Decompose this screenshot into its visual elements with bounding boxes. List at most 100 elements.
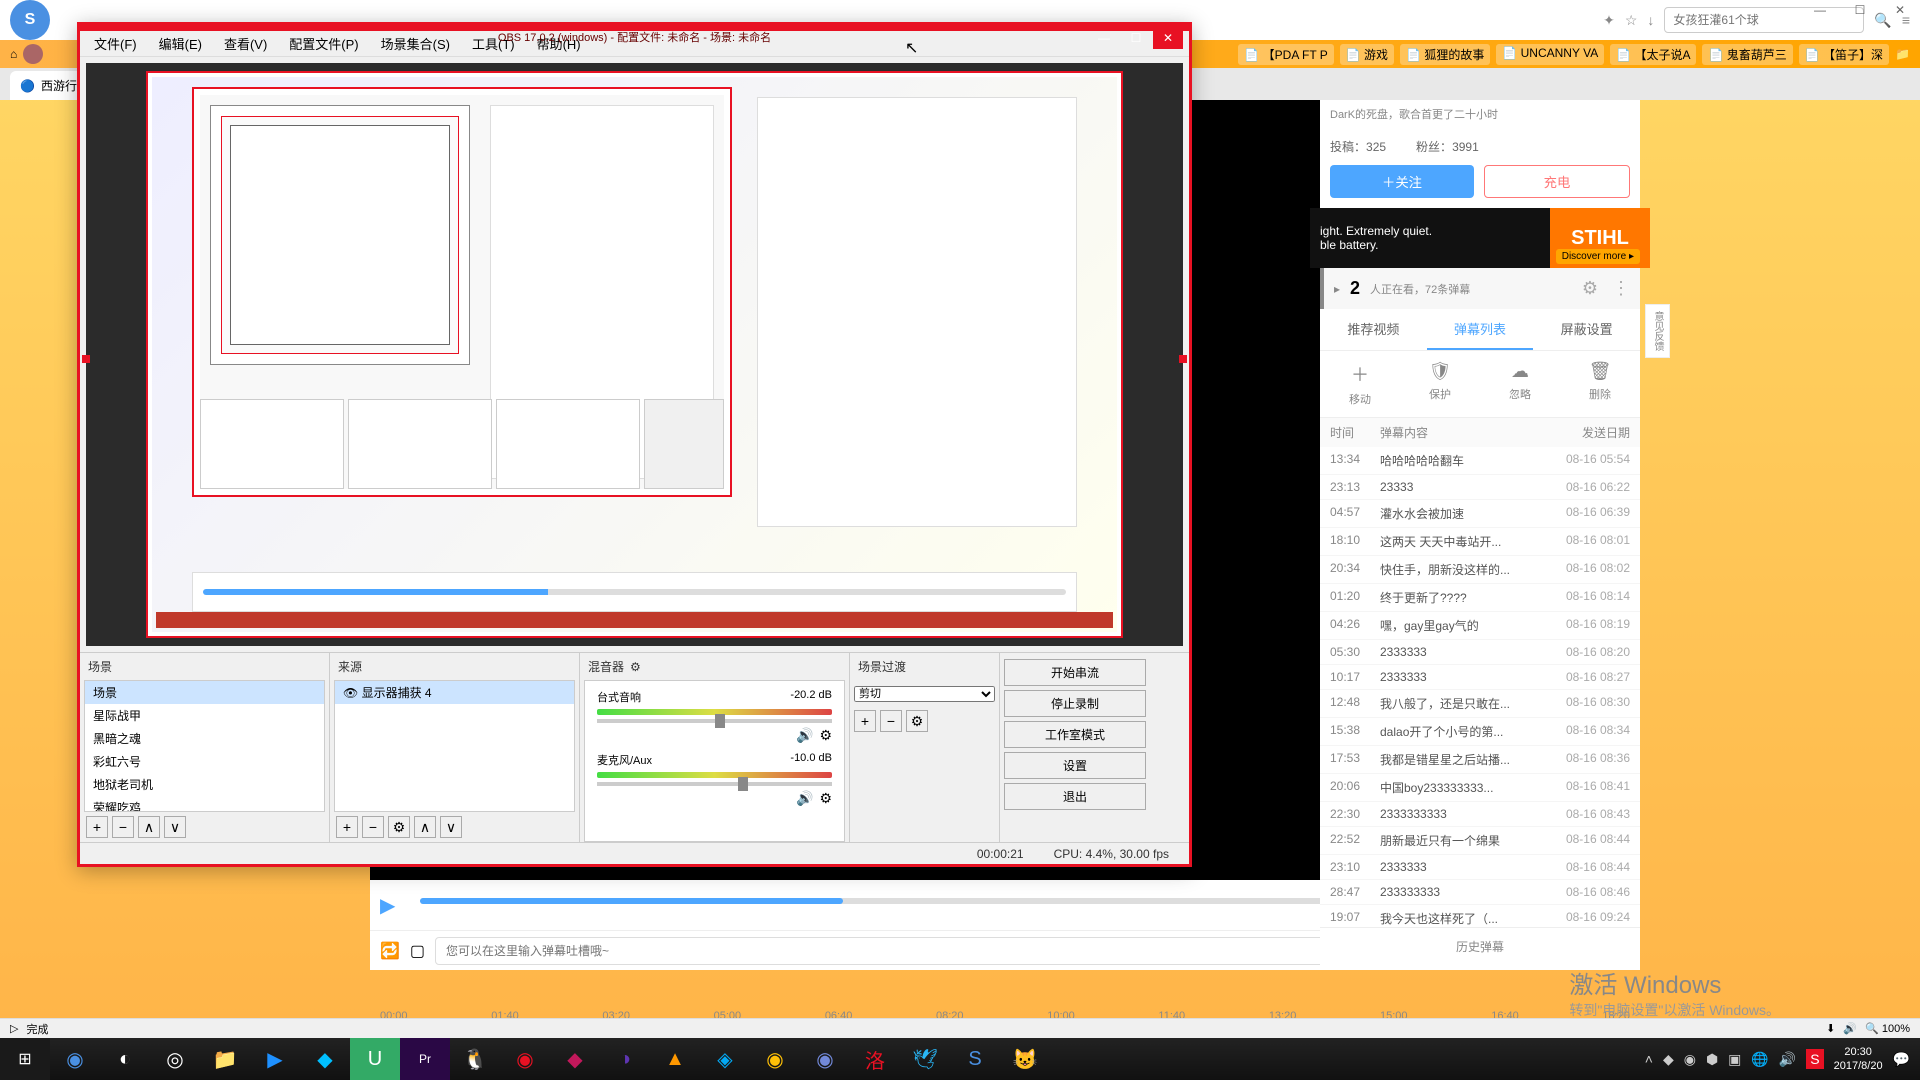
danmu-row[interactable]: 17:53我都是错星星之后站播...08-16 08:36 <box>1320 746 1640 774</box>
scene-item[interactable]: 黑暗之魂 <box>85 727 324 750</box>
obs-control-button[interactable]: 工作室模式 <box>1004 721 1146 748</box>
taskbar-clock[interactable]: 20:30 2017/8/20 <box>1834 1045 1883 1074</box>
sources-list[interactable]: 👁 显示器捕获 4 <box>334 680 575 812</box>
task-app1-icon[interactable]: ◆ <box>300 1038 350 1080</box>
scene-item[interactable]: 场景 <box>85 681 324 704</box>
charge-button[interactable]: 充电 <box>1484 165 1630 198</box>
task-obs-icon[interactable]: ◎ <box>150 1038 200 1080</box>
obs-control-button[interactable]: 退出 <box>1004 783 1146 810</box>
download-icon[interactable]: ↓ <box>1647 12 1654 28</box>
more-icon[interactable]: ⋮ <box>1612 278 1630 299</box>
danmu-row[interactable]: 28:4723333333308-16 08:46 <box>1320 880 1640 905</box>
mixer-gear-icon[interactable]: ⚙ <box>819 790 832 807</box>
danmu-tab[interactable]: 弹幕列表 <box>1427 309 1534 350</box>
play-small-icon[interactable]: ▷ <box>10 1022 18 1035</box>
danmu-tab[interactable]: 推荐视频 <box>1320 309 1427 350</box>
obs-close[interactable]: ✕ <box>1153 27 1183 49</box>
play-icon[interactable]: ▶ <box>380 893 395 918</box>
sound-small-icon[interactable]: 🔊 <box>1843 1022 1857 1035</box>
danmu-row[interactable]: 22:30233333333308-16 08:43 <box>1320 802 1640 827</box>
advertisement[interactable]: ight. Extremely quiet. ble battery. STIH… <box>1310 208 1650 268</box>
obs-menu-item[interactable]: 查看(V) <box>214 30 277 57</box>
danmu-row[interactable]: 19:07我今天也这样死了（...08-16 09:24 <box>1320 905 1640 927</box>
danmu-row[interactable]: 23:10233333308-16 08:44 <box>1320 855 1640 880</box>
task-sogou-icon[interactable]: S <box>950 1038 1000 1080</box>
wand-icon[interactable]: ✦ <box>1603 12 1615 29</box>
browser-logo-icon[interactable]: S <box>10 0 50 40</box>
task-browser-icon[interactable]: ◉ <box>50 1038 100 1080</box>
tray-icon-1[interactable]: ◆ <box>1663 1051 1674 1068</box>
home-icon[interactable]: ⌂ <box>10 47 17 61</box>
danmu-row[interactable]: 18:10这两天 天天中毒站开...08-16 08:01 <box>1320 528 1640 556</box>
source-add-button[interactable]: + <box>336 816 358 838</box>
scenes-list[interactable]: 场景星际战甲黑暗之魂彩虹六号地狱老司机荣耀吃鸡荣耀战魂 <box>84 680 325 812</box>
progress-bar[interactable] <box>420 898 1360 904</box>
scene-up-button[interactable]: ∧ <box>138 816 160 838</box>
obs-menu-item[interactable]: 配置文件(P) <box>279 30 368 57</box>
danmu-action-删除[interactable]: 🗑删除 <box>1560 361 1640 407</box>
tray-ime-icon[interactable]: S <box>1806 1049 1823 1069</box>
tray-icon-3[interactable]: ⬢ <box>1706 1051 1718 1068</box>
bookmark-item[interactable]: 📄 【笛子】深 <box>1799 44 1889 65</box>
danmu-action-忽略[interactable]: ☁忽略 <box>1480 361 1560 407</box>
danmu-row[interactable]: 04:26嘿，gay里gay气的08-16 08:19 <box>1320 612 1640 640</box>
bookmark-item[interactable]: 📄 UNCANNY VA <box>1496 44 1604 65</box>
obs-control-button[interactable]: 设置 <box>1004 752 1146 779</box>
mixer-gear-icon[interactable]: ⚙ <box>819 727 832 744</box>
danmu-row[interactable]: 20:34快住手，朋新没这样的...08-16 08:02 <box>1320 556 1640 584</box>
history-danmu-button[interactable]: 历史弹幕 <box>1320 927 1640 965</box>
tray-icon-4[interactable]: ▣ <box>1728 1051 1741 1068</box>
bookmark-item[interactable]: 📄 【PDA FT P <box>1238 44 1333 65</box>
bookmark-more-icon[interactable]: 📁 <box>1895 47 1910 61</box>
scene-add-button[interactable]: + <box>86 816 108 838</box>
task-qq-icon[interactable]: 🐧 <box>450 1038 500 1080</box>
trans-gear-button[interactable]: ⚙ <box>906 710 928 732</box>
bookmark-item[interactable]: 📄 游戏 <box>1340 44 1394 65</box>
avatar-icon[interactable] <box>23 44 43 64</box>
source-remove-button[interactable]: − <box>362 816 384 838</box>
expand-icon[interactable]: ▸ <box>1334 282 1340 296</box>
source-gear-button[interactable]: ⚙ <box>388 816 410 838</box>
obs-menu-item[interactable]: 编辑(E) <box>149 30 212 57</box>
tray-network-icon[interactable]: 🌐 <box>1751 1051 1768 1068</box>
scene-remove-button[interactable]: − <box>112 816 134 838</box>
trans-add-button[interactable]: + <box>854 710 876 732</box>
task-app7-icon[interactable]: ◉ <box>750 1038 800 1080</box>
source-down-button[interactable]: ∨ <box>440 816 462 838</box>
gear-icon[interactable]: ⚙ <box>1582 278 1598 299</box>
danmu-row[interactable]: 01:20终于更新了????08-16 08:14 <box>1320 584 1640 612</box>
start-button[interactable]: ⊞ <box>0 1038 50 1080</box>
browser-maximize[interactable]: ☐ <box>1840 0 1880 20</box>
mixer-mute-icon[interactable]: 🔊 <box>796 727 813 744</box>
obs-control-button[interactable]: 停止录制 <box>1004 690 1146 717</box>
scene-item[interactable]: 彩虹六号 <box>85 750 324 773</box>
eye-icon[interactable]: 👁 <box>343 686 358 700</box>
bookmark-item[interactable]: 📄 狐狸的故事 <box>1400 44 1490 65</box>
tray-up-icon[interactable]: ˄ <box>1645 1051 1653 1067</box>
tray-volume-icon[interactable]: 🔊 <box>1779 1051 1796 1068</box>
task-steam-icon[interactable]: ◐ <box>100 1038 150 1080</box>
danmu-tab[interactable]: 屏蔽设置 <box>1533 309 1640 350</box>
task-explorer-icon[interactable]: 📁 <box>200 1038 250 1080</box>
task-music-icon[interactable]: ◉ <box>500 1038 550 1080</box>
task-app4-icon[interactable]: ◑ <box>600 1038 650 1080</box>
obs-menu-item[interactable]: 文件(F) <box>84 30 147 57</box>
scene-item[interactable]: 星际战甲 <box>85 704 324 727</box>
task-app5-icon[interactable]: ▲ <box>650 1038 700 1080</box>
danmu-row[interactable]: 22:52朋新最近只有一个绵果08-16 08:44 <box>1320 827 1640 855</box>
scene-item[interactable]: 荣耀吃鸡 <box>85 796 324 812</box>
tray-icon-2[interactable]: ◉ <box>1684 1051 1696 1068</box>
source-item[interactable]: 👁 显示器捕获 4 <box>335 681 574 704</box>
danmu-row[interactable]: 20:06中国boy233333333...08-16 08:41 <box>1320 774 1640 802</box>
task-app3-icon[interactable]: ◆ <box>550 1038 600 1080</box>
danmu-row[interactable]: 13:34哈哈哈哈哈翻车08-16 05:54 <box>1320 447 1640 475</box>
transition-select[interactable]: 剪切 <box>854 686 995 702</box>
danmu-row[interactable]: 12:48我八般了，还是只敢在...08-16 08:30 <box>1320 690 1640 718</box>
bookmark-item[interactable]: 📄 鬼畜葫芦三 <box>1702 44 1792 65</box>
obs-maximize[interactable]: ☐ <box>1121 27 1151 49</box>
obs-menu-item[interactable]: 场景集合(S) <box>371 30 460 57</box>
danmu-action-移动[interactable]: ＋移动 <box>1320 361 1400 407</box>
obs-minimize[interactable]: — <box>1089 27 1119 49</box>
task-app10-icon[interactable]: 😺 <box>1000 1038 1050 1080</box>
obs-control-button[interactable]: 开始串流 <box>1004 659 1146 686</box>
